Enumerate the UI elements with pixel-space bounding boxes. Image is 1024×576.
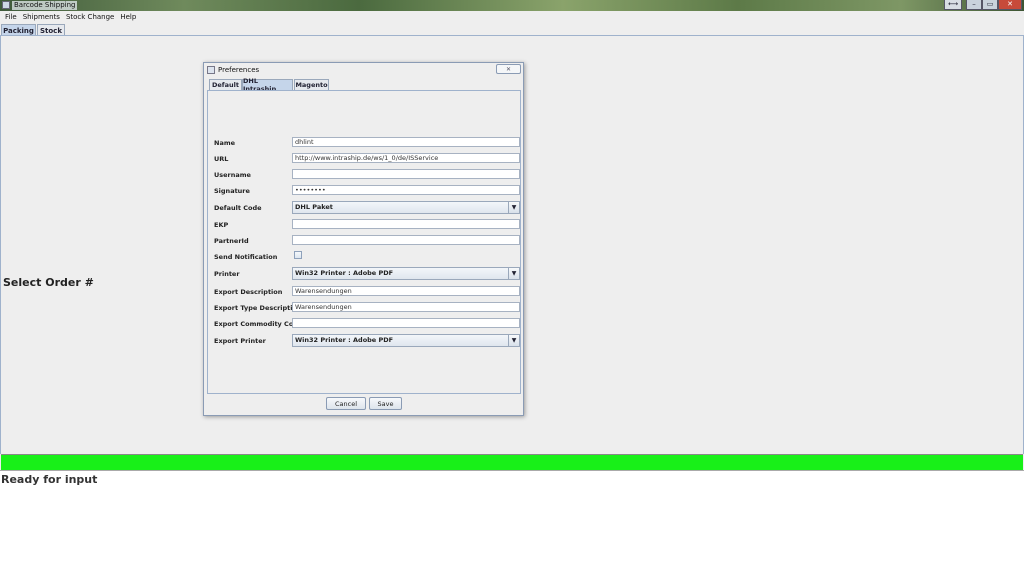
dialog-close-button[interactable]: ✕	[496, 64, 521, 74]
url-label: URL	[214, 155, 229, 163]
menu-shipments[interactable]: Shipments	[20, 13, 63, 21]
export-commodity-code-label: Export Commodity Code	[214, 320, 303, 328]
save-button[interactable]: Save	[369, 397, 402, 410]
printer-select[interactable]: Win32 Printer : Adobe PDF ▼	[292, 267, 520, 280]
export-printer-label: Export Printer	[214, 337, 266, 345]
resize-icon[interactable]: ⟷	[944, 0, 962, 10]
dialog-title: Preferences	[218, 66, 260, 74]
export-type-description-field[interactable]: Warensendungen	[292, 302, 520, 312]
output-area: Ready for input	[0, 470, 1024, 576]
export-commodity-code-field[interactable]	[292, 318, 520, 328]
dialog-titlebar: Preferences ✕	[204, 63, 523, 77]
export-printer-select[interactable]: Win32 Printer : Adobe PDF ▼	[292, 334, 520, 347]
tab-default[interactable]: Default	[209, 79, 242, 90]
partnerid-label: PartnerId	[214, 237, 249, 245]
dhl-settings-panel: Name dhlint URL http://www.intraship.de/…	[207, 90, 521, 394]
printer-label: Printer	[214, 270, 240, 278]
tab-magento[interactable]: Magento	[294, 79, 329, 90]
dialog-app-icon	[207, 66, 215, 74]
username-label: Username	[214, 171, 251, 179]
menu-bar: File Shipments Stock Change Help	[0, 11, 1024, 23]
preferences-dialog: Preferences ✕ Default DHL Intraship Mage…	[203, 62, 524, 416]
name-field[interactable]: dhlint	[292, 137, 520, 147]
export-description-label: Export Description	[214, 288, 283, 296]
menu-file[interactable]: File	[2, 13, 20, 21]
maximize-button[interactable]: ▭	[982, 0, 998, 10]
signature-label: Signature	[214, 187, 250, 195]
app-icon	[2, 1, 10, 9]
default-code-select[interactable]: DHL Paket ▼	[292, 201, 520, 214]
export-printer-value: Win32 Printer : Adobe PDF	[295, 336, 394, 344]
url-field[interactable]: http://www.intraship.de/ws/1_0/de/ISServ…	[292, 153, 520, 163]
minimize-button[interactable]: –	[966, 0, 982, 10]
chevron-down-icon[interactable]: ▼	[508, 202, 519, 213]
menu-help[interactable]: Help	[117, 13, 139, 21]
close-button[interactable]: ✕	[998, 0, 1022, 10]
name-label: Name	[214, 139, 236, 147]
window-title: Barcode Shipping	[12, 1, 78, 10]
select-order-label: Select Order #	[3, 276, 94, 289]
username-field[interactable]	[292, 169, 520, 179]
chevron-down-icon[interactable]: ▼	[508, 335, 519, 346]
tab-dhl-intraship[interactable]: DHL Intraship	[242, 77, 293, 93]
menu-stock-change[interactable]: Stock Change	[63, 13, 117, 21]
status-indicator-bar	[1, 454, 1023, 470]
ekp-field[interactable]	[292, 219, 520, 229]
partnerid-field[interactable]	[292, 235, 520, 245]
ekp-label: EKP	[214, 221, 229, 229]
chevron-down-icon[interactable]: ▼	[508, 268, 519, 279]
window-titlebar: Barcode Shipping ⟷ – ▭ ✕	[0, 0, 1024, 11]
default-code-value: DHL Paket	[295, 203, 333, 211]
default-code-label: Default Code	[214, 204, 262, 212]
export-description-field[interactable]: Warensendungen	[292, 286, 520, 296]
send-notification-checkbox[interactable]	[294, 251, 302, 259]
cancel-button[interactable]: Cancel	[326, 397, 366, 410]
printer-value: Win32 Printer : Adobe PDF	[295, 269, 394, 277]
export-type-description-label: Export Type Description	[214, 304, 302, 312]
send-notification-label: Send Notification	[214, 253, 278, 261]
signature-field[interactable]: ••••••••	[292, 185, 520, 195]
status-text: Ready for input	[1, 473, 98, 486]
